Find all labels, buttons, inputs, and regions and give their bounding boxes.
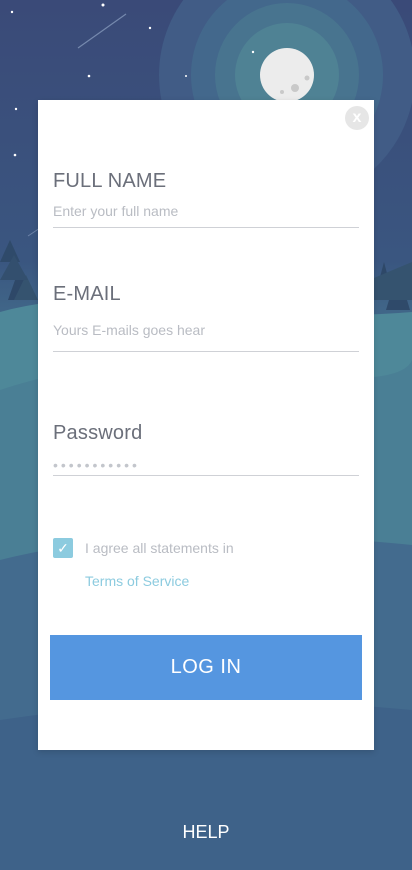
password-field: Password	[53, 422, 359, 476]
email-input[interactable]	[53, 322, 359, 352]
full-name-label: FULL NAME	[53, 170, 167, 192]
pine-tree	[0, 240, 20, 262]
full-name-input[interactable]	[53, 203, 359, 228]
agree-text: I agree all statements in	[85, 540, 234, 556]
moon-crater	[304, 75, 310, 81]
mountain	[374, 262, 412, 300]
full-name-field: FULL NAME	[53, 170, 359, 228]
moon-icon	[260, 48, 314, 102]
check-icon: ✓	[57, 540, 69, 556]
login-screen: x FULL NAME E-MAIL Password ✓ I agree al…	[0, 0, 412, 870]
moon-crater	[291, 84, 299, 92]
moon-crater	[280, 90, 284, 94]
shooting-star	[77, 13, 127, 49]
close-icon[interactable]: x	[345, 106, 369, 130]
email-field: E-MAIL	[53, 283, 359, 352]
email-label: E-MAIL	[53, 283, 121, 305]
login-button[interactable]: LOG IN	[50, 635, 362, 700]
terms-of-service-link[interactable]: Terms of Service	[85, 573, 189, 589]
login-card: x FULL NAME E-MAIL Password ✓ I agree al…	[38, 100, 374, 750]
password-label: Password	[53, 422, 143, 444]
password-input[interactable]	[53, 457, 359, 476]
help-link[interactable]: HELP	[0, 822, 412, 843]
agree-checkbox[interactable]: ✓	[53, 538, 73, 558]
